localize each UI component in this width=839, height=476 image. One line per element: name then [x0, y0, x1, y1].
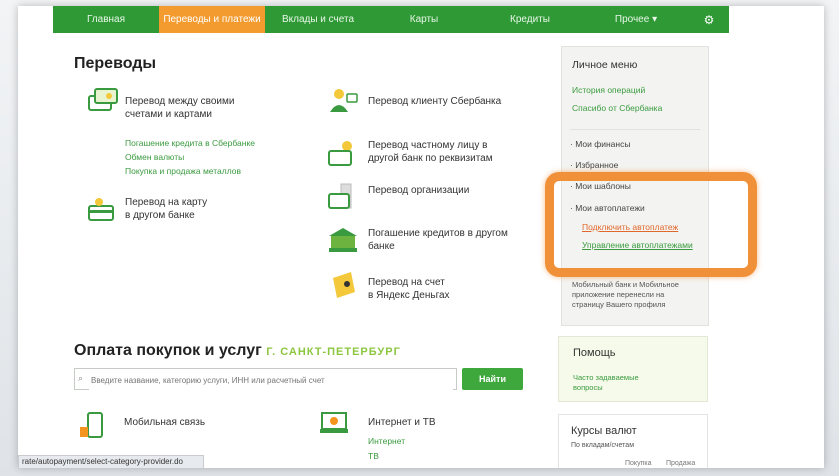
- service-search-box: ⌕: [74, 368, 457, 390]
- payments-title: Оплата покупок и услуг: [74, 342, 262, 359]
- sublink-internet[interactable]: Интернет: [368, 434, 405, 448]
- favorites-item[interactable]: · Избранное: [570, 160, 618, 170]
- gear-icon[interactable]: ⚙: [689, 6, 729, 33]
- personal-menu-title: Личное меню: [572, 59, 638, 71]
- find-button[interactable]: Найти: [462, 368, 523, 390]
- faq-link[interactable]: Часто задаваемые вопросы: [573, 373, 639, 393]
- bank-building-icon: [329, 228, 357, 252]
- browser-page: Главная Переводы и платежи Вклады и счет…: [18, 6, 824, 468]
- rates-title: Курсы валют: [571, 425, 637, 437]
- help-box: Помощь Часто задаваемые вопросы: [558, 336, 708, 402]
- help-title: Помощь: [573, 347, 616, 359]
- transfer-private-line2: другой банк по реквизитам: [368, 153, 493, 164]
- yandex-wallet-icon: [333, 272, 355, 298]
- rates-col-buy: Покупка: [625, 460, 652, 467]
- yandex-line1: Перевод на счет: [368, 277, 445, 288]
- mobile-bank-note-line3: страницу Вашего профиля: [572, 300, 666, 309]
- operations-history-link[interactable]: История операций: [572, 85, 645, 95]
- sublink-credit-repayment[interactable]: Погашение кредита в Сбербанке: [125, 136, 255, 150]
- nav-home[interactable]: Главная: [53, 6, 159, 33]
- organization-icon: [328, 183, 352, 209]
- payments-header: Оплата покупок и услуг Г. САНКТ-ПЕТЕРБУР…: [74, 342, 401, 360]
- repay-line2: банке: [368, 241, 395, 252]
- nav-transfers-payments[interactable]: Переводы и платежи: [159, 6, 265, 33]
- transfer-own-line1: Перевод между своими: [125, 96, 235, 107]
- search-icon: ⌕: [78, 373, 84, 383]
- chevron-down-icon: ▾: [652, 14, 658, 25]
- sublink-tv[interactable]: ТВ: [368, 449, 379, 463]
- sublink-metals[interactable]: Покупка и продажа металлов: [125, 164, 255, 178]
- service-search-input[interactable]: [89, 370, 453, 390]
- faq-link-line2: вопросы: [573, 383, 603, 392]
- payments-city[interactable]: Г. САНКТ-ПЕТЕРБУРГ: [266, 346, 401, 358]
- transfer-card-line2: в другом банке: [125, 210, 195, 221]
- rates-subtitle[interactable]: По вкладам/счетам: [571, 442, 634, 449]
- faq-link-line1: Часто задаваемые: [573, 373, 639, 382]
- mobile-bank-note-line1: Мобильный банк и Мобильное: [572, 280, 679, 289]
- mobile-service[interactable]: Мобильная связь: [124, 416, 205, 429]
- mobile-bank-note: Мобильный банк и Мобильное приложение пе…: [572, 280, 679, 310]
- person-client-icon: [330, 89, 358, 112]
- transfer-private-person[interactable]: Перевод частному лицу в другой банк по р…: [368, 139, 493, 165]
- transfer-sublinks: Погашение кредита в Сбербанке Обмен валю…: [125, 136, 255, 178]
- card-transfer-icon: [88, 88, 118, 111]
- nav-cards[interactable]: Карты: [371, 6, 477, 33]
- repay-line1: Погашение кредитов в другом: [368, 228, 508, 239]
- transfer-own-line2: счетами и картами: [125, 109, 212, 120]
- rates-col-sell: Продажа: [666, 460, 696, 467]
- nav-other[interactable]: Прочее ▾: [583, 6, 689, 33]
- person-card-icon: [328, 141, 352, 166]
- transfer-yandex-money[interactable]: Перевод на счет в Яндекс Деньгах: [368, 276, 450, 302]
- nav-deposits[interactable]: Вклады и счета: [265, 6, 371, 33]
- my-finances-label: Мои финансы: [575, 139, 631, 149]
- transfer-organization[interactable]: Перевод организации: [368, 184, 469, 197]
- card-bank-icon: [88, 198, 114, 221]
- sublink-currency-exchange[interactable]: Обмен валюты: [125, 150, 255, 164]
- transfer-card-line1: Перевод на карту: [125, 197, 208, 208]
- status-bar-url: rate/autopayment/select-category-provide…: [18, 455, 204, 468]
- my-finances-item[interactable]: · Мои финансы: [570, 139, 630, 149]
- autopayment-highlight-frame: [545, 172, 757, 277]
- yandex-line2: в Яндекс Деньгах: [368, 290, 450, 301]
- bullet-icon: ·: [570, 139, 573, 149]
- favorites-label: Избранное: [575, 160, 619, 170]
- laptop-icon: [320, 412, 348, 433]
- transfer-card-other-bank[interactable]: Перевод на карту в другом банке: [125, 196, 207, 222]
- transfer-own-accounts[interactable]: Перевод между своими счетами и картами: [125, 95, 234, 121]
- repay-other-bank-credits[interactable]: Погашение кредитов в другом банке: [368, 227, 508, 253]
- menu-divider: [570, 129, 700, 130]
- mobile-icon: [80, 412, 103, 438]
- currency-rates-box: Курсы валют По вкладам/счетам Покупка Пр…: [558, 414, 708, 468]
- transfer-sber-client[interactable]: Перевод клиенту Сбербанка: [368, 95, 501, 108]
- spasibo-link[interactable]: Спасибо от Сбербанка: [572, 103, 662, 113]
- internet-tv-service[interactable]: Интернет и ТВ: [368, 416, 436, 429]
- transfers-title: Переводы: [74, 55, 157, 72]
- transfer-private-line1: Перевод частному лицу в: [368, 140, 488, 151]
- mobile-bank-note-line2: приложение перенесли на: [572, 290, 665, 299]
- bullet-icon: ·: [570, 160, 573, 170]
- top-nav: Главная Переводы и платежи Вклады и счет…: [53, 6, 729, 33]
- nav-credits[interactable]: Кредиты: [477, 6, 583, 33]
- nav-other-label: Прочее: [614, 14, 650, 25]
